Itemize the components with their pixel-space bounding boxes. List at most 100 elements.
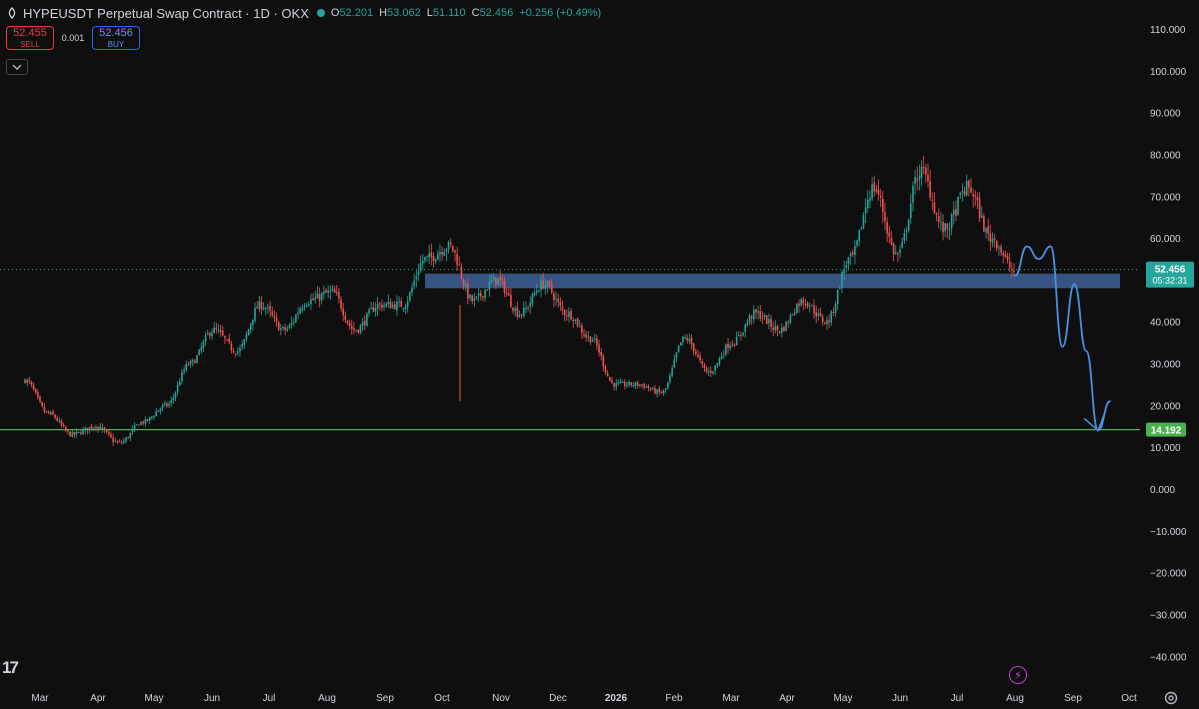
candle-body (488, 281, 491, 290)
candle-body (679, 342, 682, 346)
candle-body (550, 284, 553, 293)
candle-body (546, 281, 549, 287)
candle-body (828, 320, 830, 323)
chart-canvas[interactable]: 110.000100.00090.00080.00070.00060.00050… (0, 0, 1199, 709)
candle-body (606, 373, 609, 377)
candle-body (217, 329, 220, 331)
candle-body (520, 314, 523, 316)
candle-body (449, 242, 452, 245)
candle-body (671, 367, 673, 376)
candle-body (348, 322, 351, 327)
candle-body (404, 306, 407, 309)
candle-body (899, 249, 901, 253)
candle-body (847, 257, 850, 265)
candle-body (1008, 261, 1011, 269)
candle-body (116, 441, 119, 443)
y-tick-label: 20.000 (1150, 401, 1181, 412)
candle-body (705, 368, 708, 372)
candle-body (714, 365, 716, 371)
candle-body (645, 386, 648, 388)
candle-body (770, 318, 772, 327)
market-status-dot (316, 9, 325, 17)
buy-button[interactable]: 52.456 BUY (92, 26, 140, 50)
y-tick-label: 100.000 (1150, 67, 1187, 78)
candle-body (477, 293, 480, 296)
candle-body (695, 351, 697, 354)
candle-body (41, 402, 43, 407)
candle-body (808, 306, 811, 308)
tradingview-logo[interactable]: 17 (2, 658, 19, 678)
candle-body (499, 276, 501, 280)
candle-body (359, 325, 362, 334)
candle-body (953, 210, 955, 215)
candle-body (230, 343, 233, 351)
candle-body (1006, 256, 1009, 261)
candle-body (47, 411, 50, 414)
candle-body (391, 304, 394, 308)
candle-body (813, 305, 815, 314)
candle-body (692, 343, 695, 351)
candle-body (570, 311, 572, 320)
candle-body (237, 351, 239, 354)
y-tick-label: 40.000 (1150, 318, 1181, 329)
candle-body (738, 335, 740, 337)
candle-body (93, 427, 95, 429)
candle-body (892, 243, 895, 255)
gear-icon[interactable] (1163, 690, 1179, 706)
candle-body (370, 307, 372, 310)
candle-body (910, 203, 912, 219)
candle-body (39, 396, 41, 402)
candle-body (172, 397, 175, 401)
candle-body (647, 386, 650, 389)
candle-body (776, 326, 779, 331)
candle-body (864, 207, 867, 214)
candle-body (621, 381, 624, 383)
candle-body (282, 327, 284, 329)
symbol-title[interactable]: HYPEUSDT Perpetual Swap Contract · 1D · … (23, 6, 309, 21)
candle-body (918, 176, 921, 180)
candle-body (24, 379, 26, 383)
x-tick-label: Jul (263, 693, 276, 704)
candle-body (806, 303, 809, 307)
candle-body (396, 301, 398, 311)
candle-body (454, 250, 456, 253)
candle-body (750, 316, 753, 319)
candle-body (903, 232, 906, 241)
candle-body (879, 196, 882, 198)
candle-body (527, 307, 529, 309)
flash-icon[interactable]: ⚡ (1009, 666, 1027, 684)
candle-body (129, 432, 132, 439)
candle-body (888, 232, 891, 237)
candle-body (613, 383, 615, 387)
candle-body (484, 289, 486, 298)
x-tick-label: Jun (204, 693, 220, 704)
candle-body (559, 301, 562, 306)
candle-body (1004, 254, 1007, 258)
candle-body (890, 237, 893, 245)
candle-body (419, 263, 422, 272)
candle-body (249, 323, 252, 330)
candle-body (959, 192, 962, 196)
candle-body (34, 388, 37, 393)
candle-body (819, 313, 822, 316)
candle-body (598, 344, 600, 353)
candle-body (712, 371, 714, 374)
candle-body (867, 199, 869, 209)
candle-body (443, 252, 446, 256)
candle-body (677, 345, 680, 353)
candle-body (269, 306, 271, 311)
candle-body (125, 437, 127, 442)
candle-body (290, 322, 293, 325)
candle-body (830, 311, 833, 323)
candle-body (183, 369, 185, 373)
sell-button[interactable]: 52.455 SELL (6, 26, 54, 50)
candle-body (574, 319, 577, 322)
candle-body (538, 290, 540, 292)
candle-body (52, 411, 54, 415)
collapse-legend-button[interactable] (6, 59, 28, 75)
y-tick-label: 0.000 (1150, 485, 1175, 496)
candle-body (338, 292, 340, 299)
candle-body (284, 327, 286, 331)
candle-body (460, 266, 463, 278)
candle-body (815, 312, 817, 317)
